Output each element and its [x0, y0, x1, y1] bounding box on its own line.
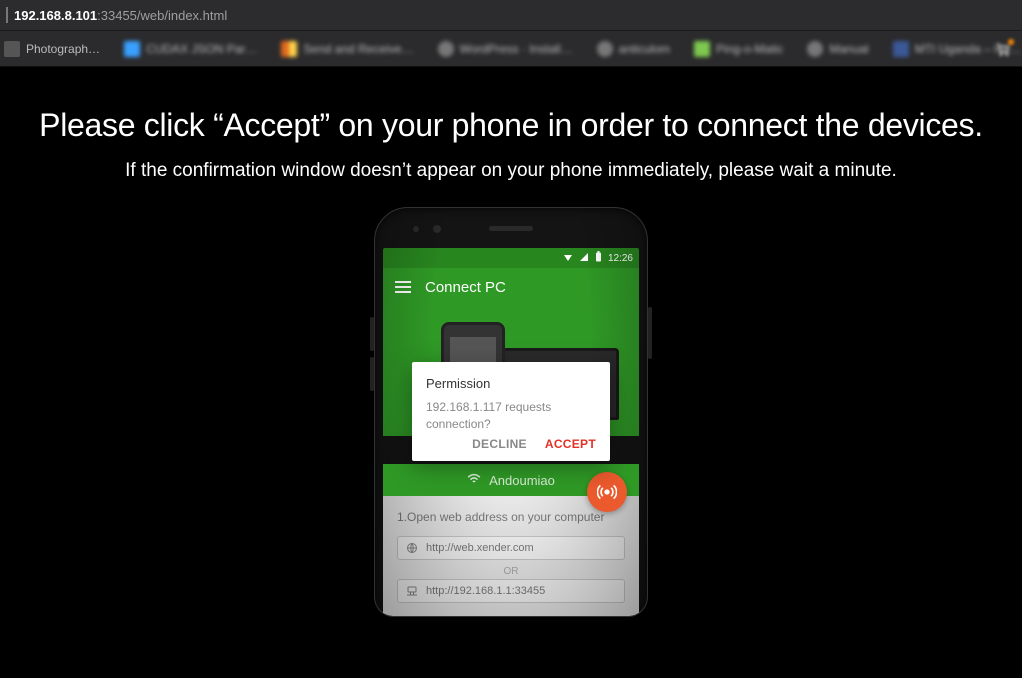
battery-icon [595, 251, 602, 265]
bookmark-item[interactable]: Send and Receive… [281, 41, 413, 57]
accept-button[interactable]: ACCEPT [545, 437, 596, 451]
phone-address-web: http://web.xender.com [397, 536, 625, 560]
permission-dialog: Permission 192.168.1.117 requests connec… [412, 362, 610, 461]
phone-screen: 12:26 Connect PC [383, 248, 639, 616]
dialog-message: 192.168.1.117 requests connection? [426, 399, 596, 433]
globe-icon [406, 542, 418, 554]
url-rest: :33455/web/index.html [97, 8, 227, 23]
decline-button[interactable]: DECLINE [472, 437, 527, 451]
phone-app-bar: Connect PC [383, 268, 639, 306]
bookmark-label: WordPress · Install… [460, 42, 573, 56]
bookmark-item[interactable]: anticulom [597, 41, 670, 57]
bookmark-label: CUDAX JSON Par… [146, 42, 257, 56]
url-caret [6, 7, 8, 23]
wifi-icon [467, 473, 481, 488]
bookmark-item[interactable]: CUDAX JSON Par… [124, 41, 257, 57]
bookmark-item[interactable]: WordPress · Install… [438, 41, 573, 57]
page-content: Please click “Accept” on your phone in o… [0, 67, 1022, 678]
bookmark-label: Ping-o-Matic [716, 42, 783, 56]
bookmark-label: Photograph… [26, 42, 100, 56]
url-text[interactable]: 192.168.8.101:33455/web/index.html [14, 8, 227, 23]
bookmark-item[interactable]: Photograph… [4, 41, 100, 57]
bookmark-label: Manual [829, 42, 868, 56]
address-web-text: http://web.xender.com [426, 542, 534, 554]
page-subtitle: If the confirmation window doesn’t appea… [0, 160, 1022, 182]
bookmark-label: anticulom [619, 42, 670, 56]
phone-or-label: OR [397, 566, 625, 577]
bookmark-item[interactable]: Ping-o-Matic [694, 41, 783, 57]
cart-icon[interactable] [994, 41, 1012, 57]
page-title: Please click “Accept” on your phone in o… [0, 107, 1022, 144]
bookmark-label: Send and Receive… [303, 42, 413, 56]
url-host: 192.168.8.101 [14, 8, 97, 23]
phone-address-lan: http://192.168.1.1:33455 [397, 579, 625, 603]
phone-appbar-title: Connect PC [425, 279, 506, 296]
wifi-down-icon [563, 252, 573, 265]
bookmarks-bar: Photograph… CUDAX JSON Par… Send and Rec… [0, 31, 1022, 67]
signal-icon [579, 252, 589, 265]
menu-icon[interactable] [395, 281, 411, 293]
broadcast-fab[interactable] [587, 472, 627, 512]
bookmark-item[interactable]: Manual [807, 41, 868, 57]
address-lan-text: http://192.168.1.1:33455 [426, 585, 545, 597]
dialog-title: Permission [426, 376, 596, 391]
phone-instructions-card: 1.Open web address on your computer http… [383, 496, 639, 616]
phone-wifi-name: Andoumiao [489, 473, 555, 488]
phone-status-bar: 12:26 [383, 248, 639, 268]
phone-status-time: 12:26 [608, 253, 633, 264]
phone-step-text: 1.Open web address on your computer [397, 510, 625, 524]
lan-icon [406, 585, 418, 597]
browser-url-bar: 192.168.8.101:33455/web/index.html [0, 0, 1022, 31]
phone-illustration: 12:26 Connect PC [374, 207, 648, 617]
